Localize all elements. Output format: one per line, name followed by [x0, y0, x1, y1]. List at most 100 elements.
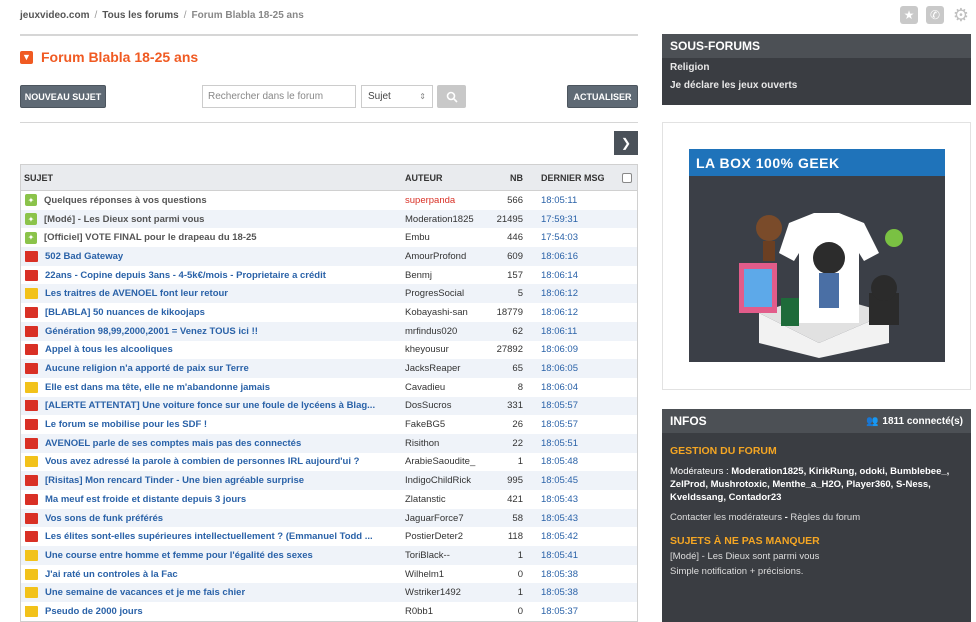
topic-last-message-time[interactable]: 18:05:43 [537, 494, 617, 505]
table-row[interactable]: Une course entre homme et femme pour l'é… [21, 546, 637, 565]
phone-icon[interactable]: ✆ [926, 6, 944, 24]
topic-title-link[interactable]: [Modé] - Les Dieux sont parmi vous [44, 214, 204, 225]
must-see-item[interactable]: [Modé] - Les Dieux sont parmi vous [662, 551, 971, 562]
header-last-message[interactable]: DERNIER MSG [537, 173, 617, 183]
topic-author[interactable]: Embu [401, 232, 491, 243]
contact-mods-link[interactable]: Contacter les modérateurs [670, 512, 782, 523]
topic-title-link[interactable]: Les élites sont-elles supérieures intell… [45, 531, 373, 542]
topic-author[interactable]: Benmj [401, 270, 491, 281]
topic-title-link[interactable]: Ma meuf est froide et distante depuis 3 … [45, 494, 246, 505]
topic-title-link[interactable]: Vous avez adressé la parole à combien de… [45, 456, 359, 467]
subforum-link[interactable]: Je déclare les jeux ouverts [662, 76, 971, 94]
topic-last-message-time[interactable]: 18:05:45 [537, 475, 617, 486]
topic-last-message-time[interactable]: 18:05:41 [537, 550, 617, 561]
topic-last-message-time[interactable]: 17:59:31 [537, 214, 617, 225]
topic-author[interactable]: Risithon [401, 438, 491, 449]
table-row[interactable]: ✦ Quelques réponses à vos questions superp… [21, 191, 637, 210]
topic-author[interactable]: ProgresSocial [401, 288, 491, 299]
topic-author[interactable]: PostierDeter2 [401, 531, 491, 542]
topic-last-message-time[interactable]: 18:05:42 [537, 531, 617, 542]
topic-author[interactable]: ToriBlack-- [401, 550, 491, 561]
table-row[interactable]: Les élites sont-elles supérieures intell… [21, 527, 637, 546]
topic-author[interactable]: Wstriker1492 [401, 587, 491, 598]
topic-last-message-time[interactable]: 18:06:05 [537, 363, 617, 374]
topic-author[interactable]: R0bb1 [401, 606, 491, 617]
topic-last-message-time[interactable]: 18:06:04 [537, 382, 617, 393]
table-row[interactable]: 22ans - Copine depuis 3ans - 4-5k€/mois … [21, 266, 637, 285]
topic-last-message-time[interactable]: 18:05:51 [537, 438, 617, 449]
topic-title-link[interactable]: Le forum se mobilise pour les SDF ! [45, 419, 207, 430]
topic-title-link[interactable]: Génération 98,99,2000,2001 = Venez TOUS … [45, 326, 258, 337]
topic-title-link[interactable]: [ALERTE ATTENTAT] Une voiture fonce sur … [45, 400, 375, 411]
topic-title-link[interactable]: [BLABLA] 50 nuances de kikoojaps [45, 307, 205, 318]
topic-last-message-time[interactable]: 18:06:16 [537, 251, 617, 262]
breadcrumb-all-forums[interactable]: Tous les forums [102, 10, 179, 21]
topic-title-link[interactable]: Une semaine de vacances et je me fais ch… [45, 587, 245, 598]
table-row[interactable]: Elle est dans ma tête, elle ne m'abandon… [21, 378, 637, 397]
topic-title-link[interactable]: [Risitas] Mon rencard Tinder - Une bien … [45, 475, 304, 486]
subforum-link[interactable]: Religion [662, 58, 971, 76]
topic-title-link[interactable]: AVENOEL parle de ses comptes mais pas de… [45, 438, 301, 449]
table-row[interactable]: Appel à tous les alcooliques kheyousur 278… [21, 341, 637, 360]
ad-banner-image[interactable]: LA BOX 100% GEEK [689, 149, 945, 362]
next-page-button[interactable]: ❯ [614, 131, 638, 155]
forum-rules-link[interactable]: Règles du forum [790, 512, 860, 523]
table-row[interactable]: Génération 98,99,2000,2001 = Venez TOUS … [21, 321, 637, 341]
table-row[interactable]: Vous avez adressé la parole à combien de… [21, 453, 637, 472]
search-input[interactable] [202, 85, 356, 108]
breadcrumb-site[interactable]: jeuxvideo.com [20, 10, 89, 21]
topic-author[interactable]: Cavadieu [401, 382, 491, 393]
topic-author[interactable]: Wilhelm1 [401, 569, 491, 580]
refresh-button[interactable]: ACTUALISER [567, 85, 638, 108]
table-row[interactable]: [ALERTE ATTENTAT] Une voiture fonce sur … [21, 396, 637, 416]
topic-author[interactable]: superpanda [401, 195, 491, 206]
topic-author[interactable]: mrfindus020 [401, 326, 491, 337]
topic-last-message-time[interactable]: 18:05:57 [537, 400, 617, 411]
gear-icon[interactable]: ⚙ [952, 5, 970, 25]
topic-author[interactable]: Zlatanstic [401, 494, 491, 505]
topic-last-message-time[interactable]: 18:05:38 [537, 587, 617, 598]
topic-author[interactable]: IndigoChildRick [401, 475, 491, 486]
topic-last-message-time[interactable]: 18:06:11 [537, 326, 617, 337]
table-row[interactable]: Le forum se mobilise pour les SDF ! FakeB… [21, 415, 637, 434]
topic-title-link[interactable]: Aucune religion n'a apporté de paix sur … [45, 363, 249, 374]
header-subject[interactable]: SUJET [21, 173, 401, 183]
topic-author[interactable]: AmourProfond [401, 251, 491, 262]
topic-author[interactable]: JacksReaper [401, 363, 491, 374]
must-see-item[interactable]: Simple notification + précisions. [662, 566, 971, 577]
topic-title-link[interactable]: J'ai raté un controles à la Fac [45, 569, 178, 580]
topic-last-message-time[interactable]: 18:05:11 [537, 195, 617, 206]
star-icon[interactable]: ★ [900, 6, 918, 24]
new-topic-button[interactable]: NOUVEAU SUJET [20, 85, 106, 108]
topic-title-link[interactable]: 22ans - Copine depuis 3ans - 4-5k€/mois … [45, 270, 326, 281]
search-scope-select[interactable]: Sujet ⇕ [361, 85, 433, 108]
header-nb[interactable]: NB [491, 173, 537, 183]
topic-title-link[interactable]: Une course entre homme et femme pour l'é… [45, 550, 313, 561]
topic-author[interactable]: FakeBG5 [401, 419, 491, 430]
topic-author[interactable]: DosSucros [401, 400, 491, 411]
table-row[interactable]: ✦ [Modé] - Les Dieux sont parmi vous Moder… [21, 209, 637, 229]
topic-author[interactable]: kheyousur [401, 344, 491, 355]
table-row[interactable]: Pseudo de 2000 jours R0bb1 0 18:05:37 [21, 602, 637, 621]
topic-title-link[interactable]: [Officiel] VOTE FINAL pour le drapeau du… [44, 232, 257, 243]
topic-author[interactable]: JaguarForce7 [401, 513, 491, 524]
table-row[interactable]: [Risitas] Mon rencard Tinder - Une bien … [21, 471, 637, 490]
table-row[interactable]: [BLABLA] 50 nuances de kikoojaps Kobayash… [21, 303, 637, 322]
topic-last-message-time[interactable]: 18:06:12 [537, 288, 617, 299]
table-row[interactable]: Vos sons de funk préférés JaguarForce7 58 1… [21, 508, 637, 528]
table-row[interactable]: Ma meuf est froide et distante depuis 3 … [21, 490, 637, 509]
topic-title-link[interactable]: Elle est dans ma tête, elle ne m'abandon… [45, 382, 270, 393]
table-row[interactable]: Une semaine de vacances et je me fais ch… [21, 583, 637, 603]
chevron-down-icon[interactable]: ▼ [20, 50, 33, 64]
topic-last-message-time[interactable]: 18:05:57 [537, 419, 617, 430]
topic-title-link[interactable]: Appel à tous les alcooliques [45, 344, 173, 355]
table-row[interactable]: Aucune religion n'a apporté de paix sur … [21, 359, 637, 378]
table-row[interactable]: ✦ [Officiel] VOTE FINAL pour le drapeau d… [21, 228, 637, 247]
select-all-checkbox[interactable] [622, 172, 632, 183]
table-row[interactable]: AVENOEL parle de ses comptes mais pas de… [21, 433, 637, 453]
topic-last-message-time[interactable]: 18:06:12 [537, 307, 617, 318]
topic-title-link[interactable]: 502 Bad Gateway [45, 251, 123, 262]
table-row[interactable]: J'ai raté un controles à la Fac Wilhelm1 0… [21, 565, 637, 584]
topic-last-message-time[interactable]: 18:05:37 [537, 606, 617, 617]
table-row[interactable]: 502 Bad Gateway AmourProfond 609 18:06:16 [21, 247, 637, 266]
